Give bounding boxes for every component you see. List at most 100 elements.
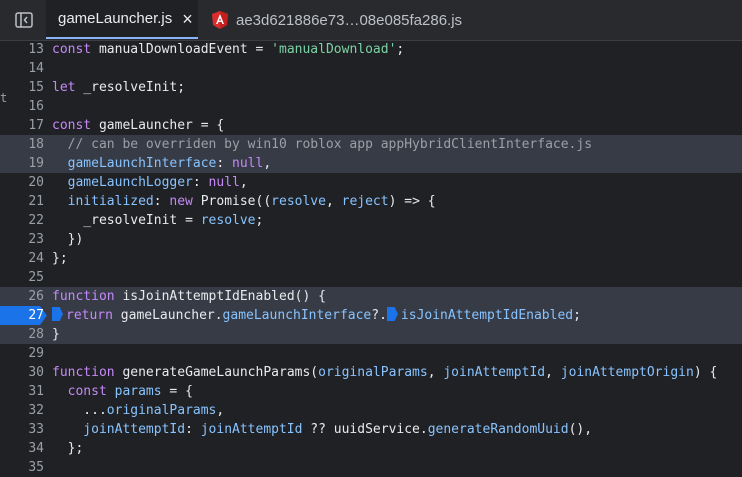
- code-token: }: [52, 327, 60, 342]
- code-line[interactable]: 31 const params = {: [0, 382, 742, 401]
- line-number[interactable]: 26: [0, 287, 44, 306]
- code-token: 'manualDownload': [271, 42, 397, 57]
- code-text: function generateGameLaunchParams(origin…: [52, 363, 717, 382]
- code-token: = {: [169, 384, 193, 399]
- line-number[interactable]: 21: [0, 192, 44, 211]
- line-number[interactable]: 14: [0, 59, 44, 78]
- code-line[interactable]: 27 return gameLauncher.gameLaunchInterfac…: [0, 306, 742, 325]
- line-number[interactable]: 23: [0, 230, 44, 249]
- code-line[interactable]: 34 };: [0, 439, 742, 458]
- line-number[interactable]: 33: [0, 420, 44, 439]
- code-token: joinAttemptId: [200, 422, 311, 437]
- code-token: null: [208, 175, 240, 190]
- angular-icon: [212, 11, 228, 29]
- line-number[interactable]: 17: [0, 116, 44, 135]
- code-token: params: [114, 384, 170, 399]
- inline-breakpoint-icon[interactable]: [386, 307, 398, 321]
- code-token: const: [52, 118, 99, 133]
- tab-label: ae3d621886e73…08e085fa286.js: [236, 11, 463, 29]
- inline-breakpoint-icon[interactable]: [52, 307, 63, 321]
- code-line[interactable]: 18 // can be overriden by win10 roblox a…: [0, 135, 742, 154]
- code-token: ??: [310, 422, 334, 437]
- line-number[interactable]: 31: [0, 382, 44, 401]
- line-number[interactable]: 34: [0, 439, 44, 458]
- code-text: ...originalParams,: [52, 401, 224, 420]
- close-tab-icon[interactable]: ×: [182, 10, 193, 28]
- code-line[interactable]: 26 function isJoinAttemptIdEnabled() {: [0, 287, 742, 306]
- line-number[interactable]: 32: [0, 401, 44, 420]
- line-number[interactable]: 15: [0, 78, 44, 97]
- code-line[interactable]: 13 const manualDownloadEvent = 'manualDow…: [0, 40, 742, 59]
- code-token: generateGameLaunchParams: [122, 365, 311, 380]
- code-token: Promise((: [200, 194, 272, 209]
- code-line[interactable]: 17 const gameLauncher = {: [0, 116, 742, 135]
- code-line[interactable]: 21 initialized: new Promise((resolve, re…: [0, 192, 742, 211]
- code-token: :: [153, 194, 170, 209]
- code-token: resolve: [271, 194, 326, 209]
- code-line[interactable]: 14: [0, 59, 742, 78]
- line-number[interactable]: 25: [0, 268, 44, 287]
- code-token: resolve: [200, 213, 256, 228]
- code-token: _resolveInit: [52, 213, 186, 228]
- code-token: ;: [255, 213, 264, 228]
- code-line[interactable]: 16: [0, 97, 742, 116]
- code-token: isJoinAttemptIdEnabled: [400, 308, 574, 323]
- code-text: _resolveInit = resolve;: [52, 211, 263, 230]
- line-number[interactable]: 16: [0, 97, 44, 116]
- toggle-navigator-icon[interactable]: [14, 11, 34, 29]
- line-number[interactable]: 35: [0, 458, 44, 477]
- code-token: generateRandomUuid: [427, 422, 569, 437]
- code-line[interactable]: 30 function generateGameLaunchParams(orig…: [0, 363, 742, 382]
- code-token: originalParams: [318, 365, 428, 380]
- tab-gamelauncher-js[interactable]: gameLauncher.js ×: [46, 0, 198, 39]
- code-line[interactable]: 15 let _resolveInit;: [0, 78, 742, 97]
- code-line[interactable]: 33 joinAttemptId: joinAttemptId ?? uuidS…: [0, 420, 742, 439]
- code-text: joinAttemptId: joinAttemptId ?? uuidServ…: [52, 420, 592, 439]
- line-number[interactable]: 22: [0, 211, 44, 230]
- code-text: // can be overriden by win10 roblox app …: [52, 135, 592, 154]
- code-token: ;: [396, 42, 405, 57]
- line-number[interactable]: 24: [0, 249, 44, 268]
- code-line[interactable]: 35: [0, 458, 742, 477]
- code-token: reject: [341, 194, 389, 209]
- code-line[interactable]: 25: [0, 268, 742, 287]
- code-token: :: [185, 422, 201, 437]
- code-line[interactable]: 20 gameLaunchLogger: null,: [0, 173, 742, 192]
- line-number[interactable]: 20: [0, 173, 44, 192]
- line-number[interactable]: 30: [0, 363, 44, 382]
- code-token: () {: [294, 289, 326, 304]
- code-line[interactable]: 32 ...originalParams,: [0, 401, 742, 420]
- editor-tab-bar: gameLauncher.js × ae3d621886e73…08e085fa…: [0, 0, 742, 41]
- code-line[interactable]: 28}: [0, 325, 742, 344]
- code-line[interactable]: 19 gameLaunchInterface: null,: [0, 154, 742, 173]
- code-token: ;: [573, 308, 581, 323]
- code-text: initialized: new Promise((resolve, rejec…: [52, 192, 436, 211]
- line-number[interactable]: 29: [0, 344, 44, 363]
- code-token: =: [185, 213, 201, 228]
- code-text: const manualDownloadEvent = 'manualDownl…: [52, 40, 404, 59]
- code-token: const: [52, 384, 115, 399]
- code-token: gameLaunchInterface: [52, 156, 217, 171]
- code-token: let: [52, 80, 84, 95]
- code-line[interactable]: 29: [0, 344, 742, 363]
- line-number[interactable]: 28: [0, 325, 44, 344]
- tab-ae3d-js[interactable]: ae3d621886e73…08e085fa286.js: [210, 0, 462, 40]
- code-text: }): [52, 230, 84, 249]
- line-number[interactable]: 18: [0, 135, 44, 154]
- code-line[interactable]: 24};: [0, 249, 742, 268]
- tab-label: gameLauncher.js: [58, 10, 173, 27]
- line-number[interactable]: 27: [0, 306, 44, 325]
- code-editor[interactable]: 13 const manualDownloadEvent = 'manualDow…: [0, 40, 742, 475]
- code-text: };: [52, 439, 84, 458]
- code-token: ,: [263, 156, 272, 171]
- code-text: gameLaunchLogger: null,: [52, 173, 248, 192]
- code-token: ,: [216, 403, 225, 418]
- code-line[interactable]: 23 }): [0, 230, 742, 249]
- code-token: originalParams: [106, 403, 217, 418]
- code-line[interactable]: 22 _resolveInit = resolve;: [0, 211, 742, 230]
- code-text: return gameLauncher.gameLaunchInterface?…: [52, 306, 581, 325]
- code-text: }: [52, 325, 60, 344]
- line-number[interactable]: 13: [0, 40, 44, 59]
- line-number[interactable]: 19: [0, 154, 44, 173]
- code-token: gameLaunchInterface: [222, 308, 372, 323]
